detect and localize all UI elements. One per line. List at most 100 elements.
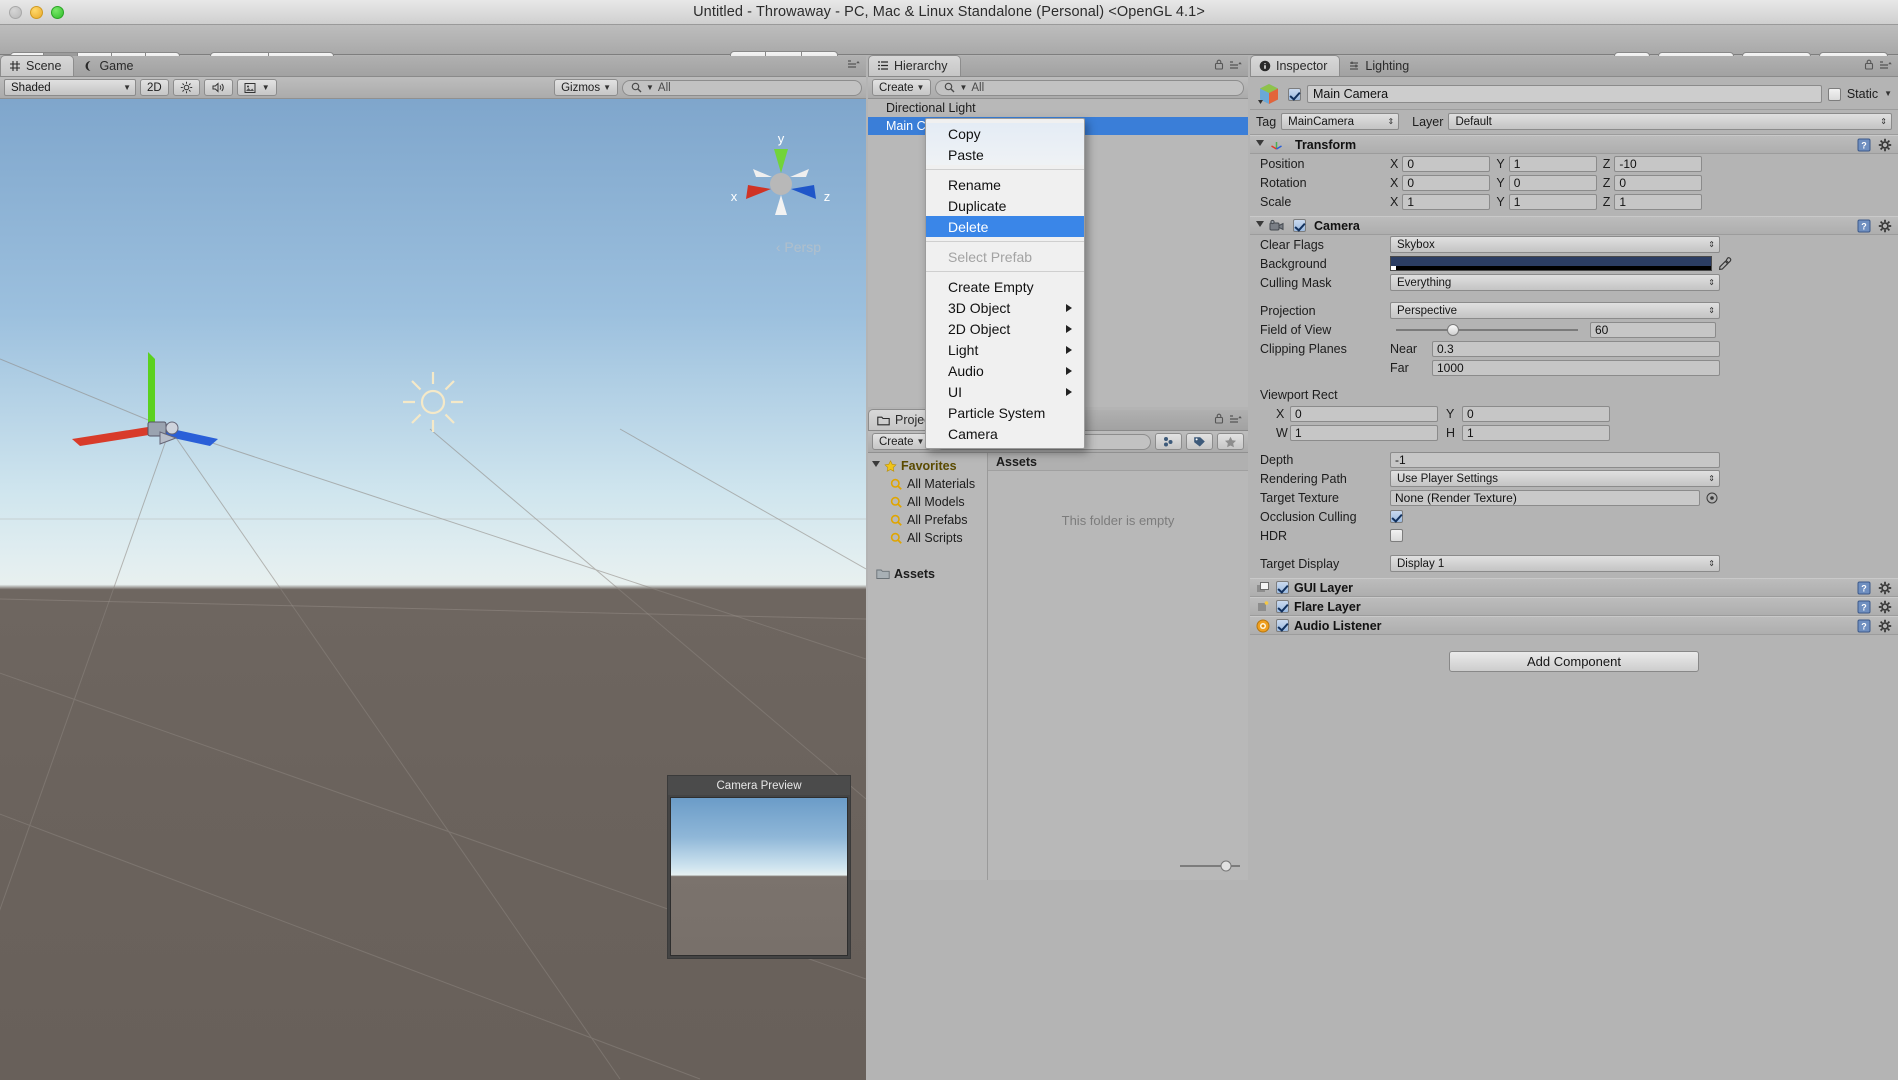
perspective-label[interactable]: ‹ Persp: [776, 239, 821, 255]
tab-hierarchy[interactable]: Hierarchy: [868, 55, 961, 76]
transform-component-header[interactable]: Transform ?: [1250, 135, 1898, 154]
hdr-checkbox[interactable]: [1390, 529, 1403, 542]
position-z-field[interactable]: -10: [1614, 156, 1702, 172]
thumbnail-size-slider[interactable]: [1180, 860, 1240, 872]
position-x-field[interactable]: 0: [1402, 156, 1490, 172]
shading-mode-dropdown[interactable]: Shaded ▼: [4, 79, 136, 96]
viewport-x-field[interactable]: 0: [1290, 406, 1438, 422]
camera-component-header[interactable]: Camera ?: [1250, 216, 1898, 235]
tab-lighting[interactable]: Lighting: [1340, 55, 1421, 76]
target-texture-field[interactable]: None (Render Texture): [1390, 490, 1700, 506]
context-menu-item-paste[interactable]: Paste: [926, 144, 1084, 165]
object-enabled-checkbox[interactable]: [1288, 88, 1301, 101]
tab-inspector[interactable]: Inspector: [1250, 55, 1340, 76]
viewport-w-field[interactable]: 1: [1290, 425, 1438, 441]
mode-2d-toggle[interactable]: 2D: [140, 79, 169, 96]
chevron-down-icon[interactable]: ▼: [1884, 90, 1892, 98]
context-menu-item-2d-object[interactable]: 2D Object: [926, 318, 1084, 339]
far-field[interactable]: 1000: [1432, 360, 1720, 376]
rotation-z-field[interactable]: 0: [1614, 175, 1702, 191]
chevron-down-icon[interactable]: [872, 461, 880, 471]
gui-layer-header-icons[interactable]: ?: [1857, 581, 1892, 595]
occlusion-culling-checkbox[interactable]: [1390, 510, 1403, 523]
scale-z-field[interactable]: 1: [1614, 194, 1702, 210]
camera-object-gizmo[interactable]: [60, 324, 240, 464]
favorite-all-prefabs[interactable]: All Prefabs: [868, 511, 987, 529]
flare-layer-enabled-checkbox[interactable]: [1276, 600, 1289, 613]
tab-game[interactable]: Game: [74, 55, 145, 76]
background-color-field[interactable]: [1390, 256, 1712, 271]
eyedropper-icon[interactable]: [1718, 257, 1732, 271]
favorite-all-materials[interactable]: All Materials: [868, 475, 987, 493]
project-assets-folder[interactable]: Assets: [868, 565, 987, 583]
hierarchy-create-button[interactable]: Create ▼: [872, 79, 931, 96]
project-panel-menu[interactable]: [1214, 413, 1243, 424]
flare-layer-component-header[interactable]: Flare Layer ?: [1250, 597, 1898, 616]
scene-audio-toggle[interactable]: [204, 79, 233, 96]
add-component-button[interactable]: Add Component: [1449, 651, 1699, 672]
favorites-group[interactable]: Favorites: [868, 457, 987, 475]
scale-y-field[interactable]: 1: [1509, 194, 1597, 210]
object-picker-icon[interactable]: [1706, 492, 1718, 504]
target-display-dropdown[interactable]: Display 1 ⇕: [1390, 555, 1720, 572]
hierarchy-search-input[interactable]: ▼ All: [935, 80, 1244, 96]
chevron-down-icon[interactable]: [1256, 221, 1264, 231]
context-menu-item-camera[interactable]: Camera: [926, 423, 1084, 444]
flare-layer-header-icons[interactable]: ?: [1857, 600, 1892, 614]
context-menu-item-copy[interactable]: Copy: [926, 123, 1084, 144]
tab-scene[interactable]: Scene: [0, 55, 74, 76]
context-menu-item-rename[interactable]: Rename: [926, 174, 1084, 195]
viewport-h-field[interactable]: 1: [1462, 425, 1610, 441]
hierarchy-item-directional-light[interactable]: Directional Light: [868, 99, 1248, 117]
viewport-y-field[interactable]: 0: [1462, 406, 1610, 422]
transform-header-icons[interactable]: ?: [1857, 138, 1892, 152]
audio-listener-component-header[interactable]: Audio Listener ?: [1250, 616, 1898, 635]
rotation-y-field[interactable]: 0: [1509, 175, 1597, 191]
fov-slider-knob[interactable]: [1447, 324, 1459, 336]
filter-by-type-button[interactable]: [1155, 433, 1182, 450]
project-content[interactable]: Assets This folder is empty: [988, 453, 1248, 880]
audio-listener-header-icons[interactable]: ?: [1857, 619, 1892, 633]
directional-light-gizmo[interactable]: [400, 369, 466, 435]
object-name-field[interactable]: Main Camera: [1307, 85, 1822, 103]
projection-dropdown[interactable]: Perspective ⇕: [1390, 302, 1720, 319]
favorite-all-scripts[interactable]: All Scripts: [868, 529, 987, 547]
scene-search-input[interactable]: ▼ All: [622, 80, 862, 96]
chevron-down-icon[interactable]: [1256, 140, 1264, 150]
project-tree[interactable]: Favorites All Materials All Models All P…: [868, 453, 988, 880]
scene-fx-dropdown[interactable]: ▼: [237, 79, 277, 96]
layer-dropdown[interactable]: Default ⇕: [1448, 113, 1892, 130]
favorites-filter-button[interactable]: [1217, 433, 1244, 450]
context-menu-item-delete[interactable]: Delete: [926, 216, 1084, 237]
rendering-path-dropdown[interactable]: Use Player Settings ⇕: [1390, 470, 1720, 487]
camera-header-icons[interactable]: ?: [1857, 219, 1892, 233]
position-y-field[interactable]: 1: [1509, 156, 1597, 172]
hierarchy-panel-menu[interactable]: [1214, 59, 1243, 70]
inspector-panel-menu[interactable]: [1864, 59, 1893, 70]
filter-by-label-button[interactable]: [1186, 433, 1213, 450]
prefab-cube-icon[interactable]: [1256, 81, 1282, 107]
context-menu-item-light[interactable]: Light: [926, 339, 1084, 360]
gui-layer-component-header[interactable]: GUI Layer ?: [1250, 578, 1898, 597]
favorite-all-models[interactable]: All Models: [868, 493, 987, 511]
context-menu-item-duplicate[interactable]: Duplicate: [926, 195, 1084, 216]
context-menu-item-audio[interactable]: Audio: [926, 360, 1084, 381]
hierarchy-context-menu[interactable]: Copy Paste Rename Duplicate Delete Selec…: [925, 118, 1085, 449]
rotation-x-field[interactable]: 0: [1402, 175, 1490, 191]
scene-panel-menu[interactable]: [847, 59, 861, 69]
gizmos-dropdown[interactable]: Gizmos ▼: [554, 79, 618, 96]
gui-layer-enabled-checkbox[interactable]: [1276, 581, 1289, 594]
clear-flags-dropdown[interactable]: Skybox ⇕: [1390, 236, 1720, 253]
scene-orientation-gizmo[interactable]: y x z: [726, 129, 836, 239]
project-create-button[interactable]: Create ▼: [872, 433, 931, 450]
fov-value-field[interactable]: 60: [1590, 322, 1716, 338]
static-checkbox[interactable]: [1828, 88, 1841, 101]
context-menu-item-create-empty[interactable]: Create Empty: [926, 276, 1084, 297]
depth-field[interactable]: -1: [1390, 452, 1720, 468]
near-field[interactable]: 0.3: [1432, 341, 1720, 357]
camera-enabled-checkbox[interactable]: [1293, 219, 1306, 232]
context-menu-item-particle-system[interactable]: Particle System: [926, 402, 1084, 423]
fov-slider[interactable]: [1390, 329, 1584, 331]
scale-x-field[interactable]: 1: [1402, 194, 1490, 210]
tag-dropdown[interactable]: MainCamera ⇕: [1281, 113, 1399, 130]
